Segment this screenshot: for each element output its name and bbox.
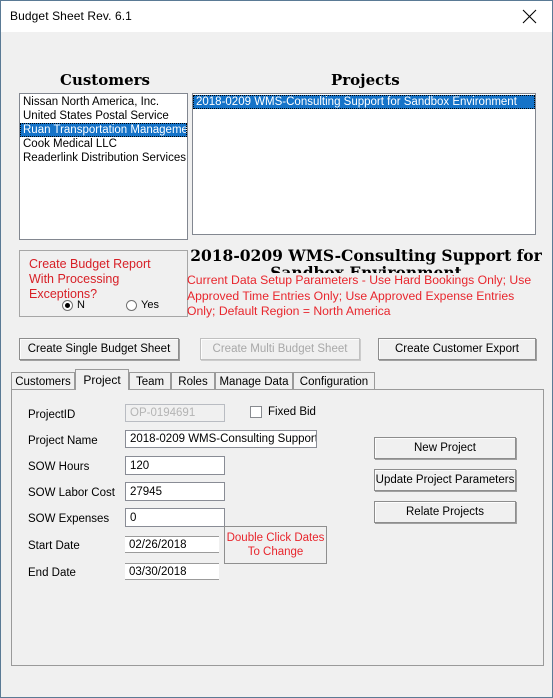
end-date-input[interactable]: 03/30/2018 (125, 563, 219, 580)
exceptions-line-2: With Processing (29, 272, 120, 286)
tab-configuration[interactable]: Configuration (293, 372, 375, 390)
customers-heading: Customers (60, 71, 150, 89)
exceptions-radio-no[interactable]: N (62, 299, 85, 311)
exceptions-radio-yes[interactable]: Yes (126, 299, 159, 311)
sow-expenses-label: SOW Expenses (28, 513, 110, 525)
project-summary-heading: 2018-0209 WMS-Consulting Support for San… (190, 247, 542, 273)
new-project-button[interactable]: New Project (374, 437, 516, 459)
radio-yes-label: Yes (141, 299, 159, 311)
start-date-label: Start Date (28, 540, 80, 552)
radio-no-label: N (77, 299, 85, 311)
project-name-input[interactable]: 2018-0209 WMS-Consulting Support for (125, 430, 317, 448)
create-single-budget-sheet-button[interactable]: Create Single Budget Sheet (19, 338, 179, 360)
radio-yes-indicator[interactable] (126, 299, 137, 311)
create-multi-budget-sheet-button: Create Multi Budget Sheet (200, 338, 360, 360)
sow-labor-cost-input[interactable]: 27945 (125, 482, 225, 501)
project-id-input: OP-0194691 (125, 404, 225, 422)
start-date-input[interactable]: 02/26/2018 (125, 536, 219, 553)
projects-heading: Projects (331, 71, 400, 89)
project-name-label: Project Name (28, 435, 98, 447)
project-id-label: ProjectID (28, 409, 76, 421)
sow-hours-label: SOW Hours (28, 461, 90, 473)
list-item[interactable]: Cook Medical LLC (20, 137, 187, 151)
tab-project[interactable]: Project (75, 369, 129, 390)
tab-customers[interactable]: Customers (11, 372, 75, 390)
list-item[interactable]: Readerlink Distribution Services, (20, 151, 187, 165)
sow-hours-input[interactable]: 120 (125, 456, 225, 475)
project-tab-panel: ProjectID OP-0194691 Fixed Bid Project N… (11, 389, 544, 666)
tab-strip: Customers Project Team Roles Manage Data… (11, 369, 544, 390)
end-date-label: End Date (28, 567, 76, 579)
list-item[interactable]: United States Postal Service (20, 109, 187, 123)
window-title: Budget Sheet Rev. 6.1 (10, 9, 132, 23)
customers-listbox[interactable]: Nissan North America, Inc. United States… (19, 93, 188, 240)
relate-projects-button[interactable]: Relate Projects (374, 501, 516, 523)
list-item[interactable]: Ruan Transportation Management (20, 123, 187, 137)
list-item[interactable]: 2018-0209 WMS-Consulting Support for San… (193, 95, 535, 109)
sow-expenses-input[interactable]: 0 (125, 508, 225, 527)
close-icon (522, 9, 537, 23)
date-change-note: Double Click Dates To Change (224, 526, 327, 564)
tab-manage-data[interactable]: Manage Data (215, 372, 293, 390)
sow-labor-cost-label: SOW Labor Cost (28, 487, 115, 499)
application-window: Budget Sheet Rev. 6.1 Customers Projects… (0, 0, 553, 698)
radio-no-indicator[interactable] (62, 299, 73, 311)
exceptions-groupbox: Create Budget Report With Processing Exc… (19, 250, 188, 317)
tab-roles[interactable]: Roles (171, 372, 215, 390)
list-item[interactable]: Nissan North America, Inc. (20, 95, 187, 109)
client-area: Customers Projects Nissan North America,… (1, 32, 552, 697)
title-bar: Budget Sheet Rev. 6.1 (1, 1, 552, 32)
project-summary-parameters: Current Data Setup Parameters - Use Hard… (187, 273, 532, 318)
fixed-bid-checkbox-row[interactable]: Fixed Bid (250, 406, 316, 418)
projects-listbox[interactable]: 2018-0209 WMS-Consulting Support for San… (192, 93, 536, 235)
close-button[interactable] (507, 2, 552, 31)
create-customer-export-button[interactable]: Create Customer Export (378, 338, 536, 360)
fixed-bid-checkbox[interactable] (250, 406, 262, 418)
tab-team[interactable]: Team (129, 372, 171, 390)
fixed-bid-label: Fixed Bid (268, 406, 316, 418)
exceptions-line-1: Create Budget Report (29, 257, 151, 271)
update-project-parameters-button[interactable]: Update Project Parameters (374, 469, 516, 491)
